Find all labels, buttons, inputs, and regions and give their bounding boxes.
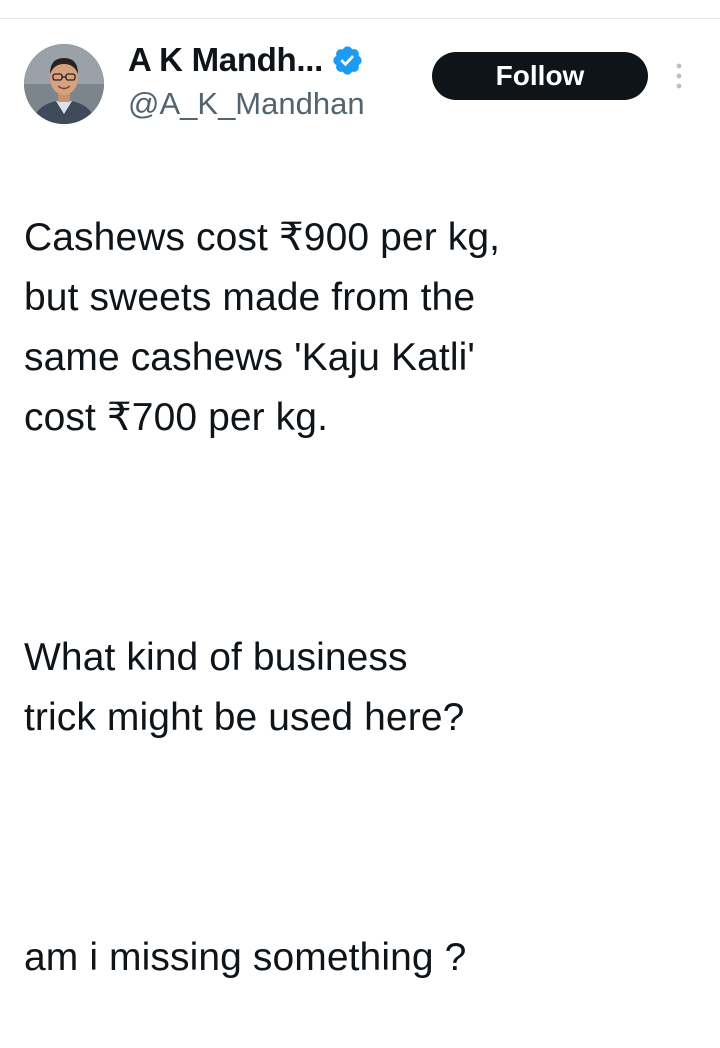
tweet-paragraph-gap <box>24 508 694 568</box>
tweet-paragraph: Cashews cost ₹900 per kg, but sweets mad… <box>24 216 501 439</box>
more-options-icon[interactable] <box>668 60 690 92</box>
tweet-paragraph-gap <box>24 808 694 868</box>
tweet-paragraph: am i missing something ? <box>24 936 467 979</box>
top-divider <box>0 18 720 19</box>
author-handle[interactable]: @A_K_Mandhan <box>128 84 365 124</box>
follow-button[interactable]: Follow <box>432 52 648 100</box>
author-display-name[interactable]: A K Mandh... <box>128 40 323 80</box>
tweet-text: Cashews cost ₹900 per kg, but sweets mad… <box>24 148 694 1048</box>
author-name-row[interactable]: A K Mandh... <box>128 40 364 80</box>
avatar[interactable] <box>24 44 104 124</box>
verified-badge-icon <box>331 44 364 77</box>
avatar-image <box>24 44 104 124</box>
tweet-paragraph: What kind of business trick might be use… <box>24 636 465 739</box>
